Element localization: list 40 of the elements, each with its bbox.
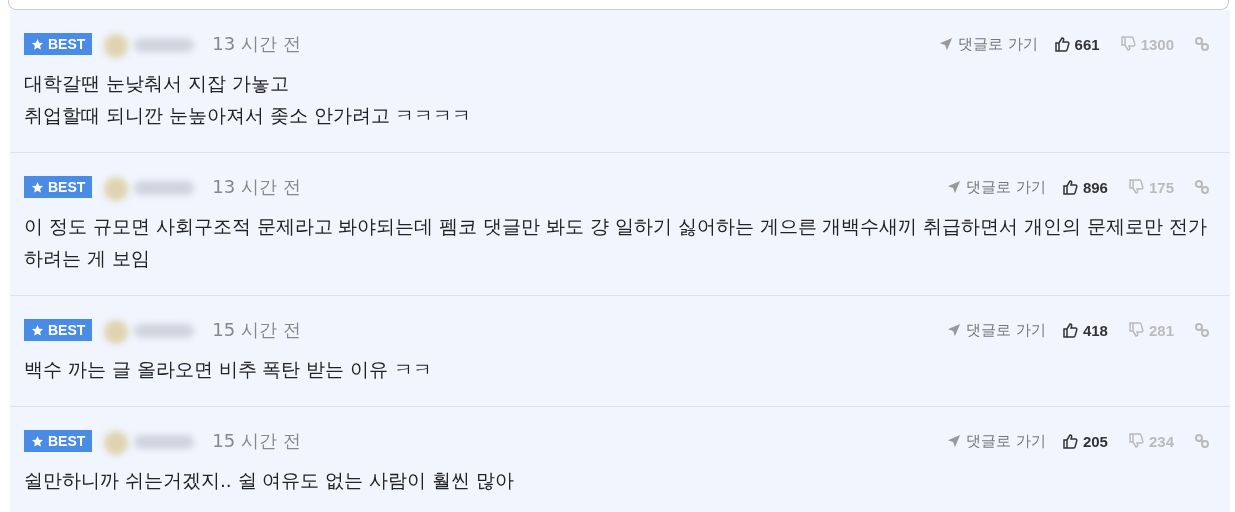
star-icon [31,434,44,448]
link-icon[interactable] [1194,322,1210,338]
comment-text: 이 정도 규모면 사회구조적 문제라고 봐야되는데 펨코 댓글만 봐도 걍 일하기 싫어하는 게으른 개백수새끼 취급하면서 개인의 문제로만 전가하려는 게 보임 [24,215,1208,271]
link-icon[interactable] [1194,433,1210,449]
goto-comment-link[interactable]: 댓글로 가기 [938,34,1038,54]
best-badge: BEST [24,430,93,452]
arrow-icon [938,37,953,51]
best-badge: BEST [24,319,93,341]
comment-time: 15 시간 전 [212,429,301,453]
link-icon[interactable] [1194,36,1210,52]
like-button[interactable]: 661 [1053,35,1100,53]
comment-text: 백수 까는 글 올라오면 비추 폭탄 받는 이유 ㅋㅋ [24,358,434,382]
star-icon [31,37,44,51]
arrow-icon [947,434,962,448]
best-badge: BEST [24,176,93,198]
link-icon[interactable] [1194,179,1210,195]
thumbs-down-icon [1127,433,1144,449]
thumbs-up-icon [1061,433,1078,449]
goto-comment-link[interactable]: 댓글로 가기 [947,431,1046,451]
thumbs-up-icon [1061,322,1078,338]
comment-time: 13 시간 전 [212,175,301,199]
arrow-icon [947,180,962,194]
like-button[interactable]: 896 [1061,178,1108,196]
thumbs-down-icon [1127,322,1144,338]
goto-comment-link[interactable]: 댓글로 가기 [947,320,1046,340]
arrow-icon [947,323,962,337]
comment-time: 13 시간 전 [212,32,301,56]
like-button[interactable]: 205 [1061,432,1108,450]
goto-comment-link[interactable]: 댓글로 가기 [947,177,1046,197]
star-icon [31,323,44,337]
thumbs-up-icon [1061,179,1078,195]
thumbs-down-icon [1127,179,1144,195]
thumbs-down-icon [1119,36,1136,52]
comment-text: 쉴만하니까 쉬는거겠지.. 쉴 여유도 없는 사람이 훨씬 많아 [24,469,515,493]
like-button[interactable]: 418 [1061,321,1108,339]
thumbs-up-icon [1053,36,1070,52]
comment-time: 15 시간 전 [212,318,301,342]
comment-text: 대학갈땐 눈낮춰서 지잡 가놓고 취업할때 되니깐 눈높아져서 좆소 안가려고 ㅋㅋㅋㅋ [24,72,473,128]
best-badge: BEST [24,33,93,55]
star-icon [31,180,44,194]
